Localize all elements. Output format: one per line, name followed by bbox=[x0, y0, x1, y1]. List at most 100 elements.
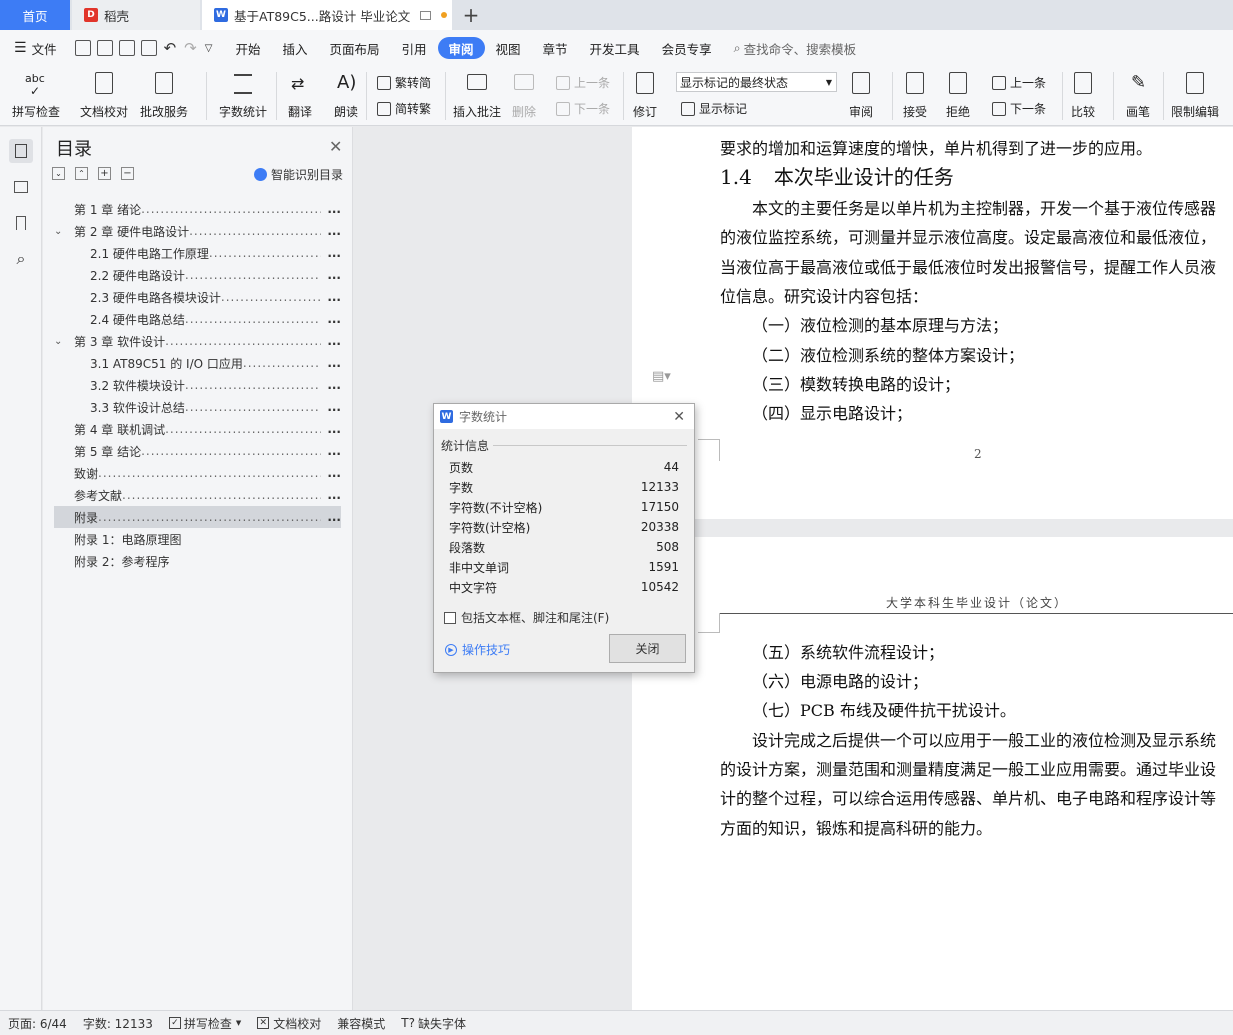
new-tab-button[interactable]: + bbox=[460, 0, 482, 30]
menu-developer[interactable]: 开发工具 bbox=[579, 37, 651, 59]
save-icon[interactable] bbox=[74, 40, 91, 56]
toc-item[interactable]: 2.4 硬件电路总结..............................… bbox=[90, 308, 341, 330]
close-icon[interactable]: ✕ bbox=[673, 409, 685, 425]
accept-button[interactable]: 接受 bbox=[902, 70, 928, 120]
toc-item[interactable]: 第 5 章 结论................................… bbox=[74, 440, 341, 462]
next-comment-button[interactable]: 下一条 bbox=[556, 100, 610, 117]
reviewing-pane-button[interactable]: 审阅 bbox=[848, 70, 874, 120]
include-footnotes-checkbox[interactable]: 包括文本框、脚注和尾注(F) bbox=[444, 609, 609, 626]
close-button[interactable]: 关闭 bbox=[609, 634, 686, 663]
show-markup-icon bbox=[681, 101, 695, 116]
toc-item[interactable]: 第 1 章 绪论................................… bbox=[74, 198, 341, 220]
menu-insert[interactable]: 插入 bbox=[271, 37, 318, 59]
menu-page-layout[interactable]: 页面布局 bbox=[318, 37, 390, 59]
correction-service-button[interactable]: 批改服务 bbox=[140, 70, 188, 120]
read-aloud-label: 朗读 bbox=[333, 105, 358, 119]
print-icon[interactable] bbox=[118, 40, 135, 56]
toc-item[interactable]: ⌄ 第 3 章 软件设计.............................… bbox=[54, 330, 341, 352]
toc-item[interactable]: 附录 2：参考程序 bbox=[74, 550, 341, 572]
page-2[interactable]: 要求的增加和运算速度的增快，单片机得到了进一步的应用。 1.4 本次毕业设计的任务… bbox=[632, 127, 1233, 519]
spell-check-label: 拼写检查 bbox=[12, 105, 61, 119]
chapter-panel-icon[interactable] bbox=[9, 175, 33, 199]
prev-comment-button[interactable]: 上一条 bbox=[556, 74, 610, 91]
export-pdf-icon[interactable] bbox=[96, 40, 113, 56]
toc-item[interactable]: 2.2 硬件电路设计..............................… bbox=[90, 264, 341, 286]
status-spell-label: 拼写检查 bbox=[183, 1016, 232, 1031]
toc-item[interactable]: 第 4 章 联机调试..............................… bbox=[74, 418, 341, 440]
status-proofread[interactable]: ✕ 文档校对 bbox=[257, 1015, 321, 1032]
checkbox-box[interactable] bbox=[444, 611, 456, 624]
prev-change-button[interactable]: 上一条 bbox=[992, 74, 1046, 91]
compare-button[interactable]: 比较 bbox=[1070, 70, 1096, 120]
translate-label: 翻译 bbox=[287, 105, 312, 119]
toc-item[interactable]: 3.1 AT89C51 的 I/O 口应用...................… bbox=[90, 352, 341, 374]
menu-section[interactable]: 章节 bbox=[532, 37, 579, 59]
simp-to-trad-button[interactable]: 简转繁 bbox=[377, 100, 431, 117]
smart-toc-button[interactable]: 智能识别目录 bbox=[254, 166, 343, 183]
toc-item[interactable]: 2.3 硬件电路各模块设计...........................… bbox=[90, 286, 341, 308]
menu-references[interactable]: 引用 bbox=[390, 37, 437, 59]
tab-daoke[interactable]: D 稻壳 bbox=[72, 0, 200, 30]
list-item: （五）系统软件流程设计； bbox=[752, 643, 945, 662]
collapse-down-icon[interactable]: ⌄ bbox=[52, 167, 65, 180]
markup-state-select[interactable]: 显示标记的最终状态 ▼ bbox=[676, 72, 837, 92]
next-change-button[interactable]: 下一条 bbox=[992, 100, 1046, 117]
collapse-all-icon[interactable]: − bbox=[121, 167, 134, 180]
track-changes-button[interactable]: 修订 bbox=[632, 70, 658, 120]
customize-icon[interactable]: ▽ bbox=[205, 43, 213, 54]
menu-member[interactable]: 会员专享 bbox=[651, 37, 723, 59]
tab-document[interactable]: W 基于AT89C5...路设计 毕业论文 bbox=[202, 0, 452, 30]
page-indicator[interactable]: 页面: 6/44 bbox=[8, 1015, 67, 1032]
command-search[interactable]: ⌕ 查找命令、搜索模板 bbox=[723, 37, 868, 59]
collapse-up-icon[interactable]: ⌃ bbox=[75, 167, 88, 180]
missing-font-button[interactable]: T? 缺失字体 bbox=[401, 1015, 466, 1032]
bookmark-icon[interactable] bbox=[9, 211, 33, 235]
toc-item[interactable]: 3.3 软件设计总结..............................… bbox=[90, 396, 341, 418]
dropdown-arrow-icon: ▼ bbox=[235, 1019, 242, 1027]
tab-home[interactable]: 首页 bbox=[0, 0, 70, 30]
redo-icon[interactable]: ↷ bbox=[184, 39, 197, 57]
word-count-button[interactable]: 字数统计 bbox=[219, 70, 267, 120]
paragraph-layout-icon[interactable]: ▤▾ bbox=[652, 369, 671, 384]
menu-start[interactable]: 开始 bbox=[224, 37, 271, 59]
reject-button[interactable]: 拒绝 bbox=[945, 70, 971, 120]
close-panel-icon[interactable]: ✕ bbox=[329, 137, 342, 156]
pen-button[interactable]: ✎ 画笔 bbox=[1125, 70, 1151, 120]
menu-view[interactable]: 视图 bbox=[485, 37, 532, 59]
toc-item[interactable]: ⌄ 第 2 章 硬件电路设计...........................… bbox=[54, 220, 341, 242]
word-count-indicator[interactable]: 字数: 12133 bbox=[83, 1015, 153, 1032]
spell-check-button[interactable]: abc ✓ 拼写检查 bbox=[12, 70, 60, 120]
proofread-button[interactable]: 文档校对 bbox=[80, 70, 128, 120]
undo-icon[interactable]: ↶ bbox=[164, 39, 177, 57]
translate-button[interactable]: ⇄ 翻译 bbox=[287, 70, 313, 120]
heading-number: 1.4 bbox=[720, 165, 752, 189]
expand-all-icon[interactable]: + bbox=[98, 167, 111, 180]
show-markup-button[interactable]: 显示标记 bbox=[681, 100, 747, 117]
toc-item-selected[interactable]: 附录......................................… bbox=[54, 506, 341, 528]
tips-link[interactable]: ▶ 操作技巧 bbox=[445, 641, 510, 658]
print-preview-icon[interactable] bbox=[140, 40, 157, 56]
read-aloud-button[interactable]: A) 朗读 bbox=[333, 70, 359, 120]
toc-item[interactable]: 2.1 硬件电路工作原理............................… bbox=[90, 242, 341, 264]
monitor-icon[interactable] bbox=[420, 10, 432, 20]
trad-to-simp-button[interactable]: 繁转简 bbox=[377, 74, 431, 91]
toc-panel-icon[interactable] bbox=[9, 139, 33, 163]
margin-mark bbox=[698, 613, 720, 633]
delete-comment-button[interactable]: 删除 bbox=[511, 70, 537, 120]
dialog-titlebar[interactable]: W 字数统计 ✕ bbox=[434, 404, 694, 429]
restrict-editing-button[interactable]: 限制编辑 bbox=[1171, 70, 1219, 120]
toc-item[interactable]: 附录 1：电路原理图 bbox=[74, 528, 341, 550]
status-spell-check[interactable]: ✓ 拼写检查 ▼ bbox=[168, 1015, 242, 1032]
menu-review[interactable]: 审阅 bbox=[437, 37, 485, 59]
chevron-down-icon[interactable]: ⌄ bbox=[54, 226, 74, 237]
file-menu[interactable]: ☰ 文件 bbox=[0, 37, 68, 59]
insert-comment-button[interactable]: 插入批注 bbox=[453, 70, 501, 120]
chevron-down-icon[interactable]: ⌄ bbox=[54, 336, 74, 347]
toc-item-label: 第 4 章 联机调试 bbox=[74, 422, 166, 437]
page-3[interactable]: 大学本科生毕业设计（论文） （五）系统软件流程设计； （六）电源电路的设计； （… bbox=[632, 537, 1233, 1010]
find-icon[interactable]: ⌕ bbox=[9, 247, 33, 271]
play-icon: ▶ bbox=[445, 643, 457, 656]
toc-item[interactable]: 致谢......................................… bbox=[74, 462, 341, 484]
toc-item[interactable]: 3.2 软件模块设计..............................… bbox=[90, 374, 341, 396]
toc-item[interactable]: 参考文献....................................… bbox=[74, 484, 341, 506]
